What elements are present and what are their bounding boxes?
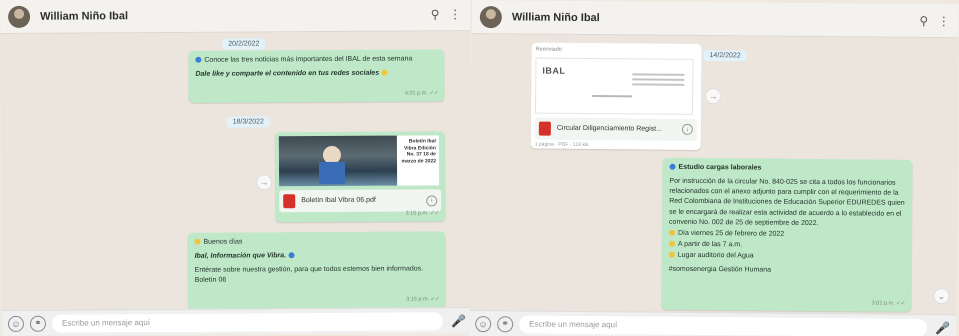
date-separator: 20/2/2022 xyxy=(222,38,266,50)
message-footer: #somosenergia Gestión Humana xyxy=(668,265,772,274)
location-icon xyxy=(668,252,675,259)
message-time: 3:15 p.m. ✓✓ xyxy=(406,296,440,303)
message-list: 14/2/2022 Reenviado IBAL Circular Dilige… xyxy=(469,34,958,314)
letterhead-line xyxy=(592,95,633,98)
message-input[interactable]: Escribe un mensaje aquí xyxy=(51,311,444,333)
chat-header: William Niño Ibal ⚲ ⋮ xyxy=(471,0,959,39)
search-icon[interactable]: ⚲ xyxy=(917,13,931,27)
newsletter-image[interactable]: Boletín Ibal Vibra Edición No. 37 18 de … xyxy=(278,135,441,187)
avatar[interactable] xyxy=(8,5,31,28)
forward-icon[interactable]: → xyxy=(705,88,722,105)
message-text: Por instrucción de la circular No. 840-0… xyxy=(669,177,905,227)
download-icon[interactable]: ↓ xyxy=(426,194,438,206)
forward-icon[interactable]: → xyxy=(256,174,273,191)
list-item: Día viernes 25 de febrero de 2022 xyxy=(668,229,905,241)
message-time: 4:01 p.m. ✓✓ xyxy=(404,90,439,97)
pdf-icon xyxy=(538,121,551,136)
list-item: A partir de las 7 a.m. xyxy=(668,240,905,252)
image-caption: Boletín Ibal Vibra Edición No. 37 18 de … xyxy=(396,135,440,186)
attach-icon[interactable]: ⚭ xyxy=(497,315,514,332)
document-preview[interactable]: IBAL xyxy=(535,57,694,115)
screenshot-page: William Niño Ibal ⚲ ⋮ 20/2/2022 Conoce l… xyxy=(0,0,959,336)
message-time: 3:15 p.m. ✓✓ xyxy=(405,210,440,217)
message-list: 20/2/2022 Conoce las tres noticias más i… xyxy=(0,31,472,310)
droplet-icon xyxy=(195,56,202,63)
document-name: Circular Diligenciamiento Regist... xyxy=(556,124,662,133)
pdf-icon xyxy=(283,194,296,209)
emoji-icon xyxy=(194,238,201,245)
chat-pane-right: William Niño Ibal ⚲ ⋮ 14/2/2022 Reenviad… xyxy=(469,0,959,336)
message-bubble[interactable]: Conoce las tres noticias más importantes… xyxy=(188,49,445,103)
document-attachment[interactable]: Circular Diligenciamiento Regist... ↓ xyxy=(534,117,697,141)
message-bubble[interactable]: Buenos días Ibal, Información que Vibra.… xyxy=(187,231,446,309)
attach-icon[interactable]: ⚭ xyxy=(29,315,47,332)
menu-icon[interactable]: ⋮ xyxy=(937,14,951,28)
message-title: Ibal, Información que Vibra. xyxy=(195,250,439,262)
date-separator: 18/3/2022 xyxy=(226,116,270,128)
message-time: 3:01 p.m. ✓✓ xyxy=(871,300,906,307)
message-title: Estudio cargas laborales xyxy=(669,163,905,175)
compose-bar: ☺ ⚭ Escribe un mensaje aquí 🎤 xyxy=(469,309,957,336)
message-bubble[interactable]: Reenviado IBAL Circular Diligenciamiento… xyxy=(530,42,702,151)
letterhead-lines xyxy=(632,73,685,88)
emoji-icon[interactable]: ☺ xyxy=(7,315,25,332)
date-separator: 14/2/2022 xyxy=(703,50,747,62)
message-bubble[interactable]: Estudio cargas laborales Por instrucción… xyxy=(661,157,913,312)
message-text: Buenos días xyxy=(194,236,438,248)
message-text: Dale like y comparte el contenido en tus… xyxy=(195,68,437,80)
clock-icon xyxy=(668,240,675,247)
emoji-icon xyxy=(288,252,295,259)
chat-header: William Niño Ibal ⚲ ⋮ xyxy=(0,0,471,34)
document-attachment[interactable]: Boletín Ibal Vibra 06.pdf ↓ xyxy=(279,189,442,213)
contact-name[interactable]: William Niño Ibal xyxy=(40,8,422,23)
download-icon[interactable]: ↓ xyxy=(681,124,693,136)
contact-name[interactable]: William Niño Ibal xyxy=(512,11,911,26)
photo-thumbnail xyxy=(278,135,398,187)
compose-bar: ☺ ⚭ Escribe un mensaje aquí 🎤 xyxy=(1,307,473,336)
forwarded-label: Reenviado xyxy=(535,46,562,53)
document-meta: 1 página · PDF · 124 kB xyxy=(534,141,589,148)
search-icon[interactable]: ⚲ xyxy=(428,7,442,21)
avatar[interactable] xyxy=(479,5,502,28)
microphone-icon[interactable]: 🎤 xyxy=(451,314,466,328)
menu-icon[interactable]: ⋮ xyxy=(448,7,462,21)
chat-pane-left: William Niño Ibal ⚲ ⋮ 20/2/2022 Conoce l… xyxy=(0,0,473,336)
message-text: Entérate sobre nuestra gestión, para que… xyxy=(194,265,424,285)
list-item: Lugar auditorio del Agua xyxy=(668,251,905,263)
message-input[interactable]: Escribe un mensaje aquí xyxy=(519,314,928,336)
emoji-icon xyxy=(381,69,388,76)
scroll-down-icon[interactable]: ⌄ xyxy=(933,288,950,305)
emoji-icon[interactable]: ☺ xyxy=(475,315,492,332)
pin-icon xyxy=(669,163,676,170)
document-name: Boletín Ibal Vibra 06.pdf xyxy=(301,196,376,205)
message-text: Conoce las tres noticias más importantes… xyxy=(195,54,437,66)
message-bubble[interactable]: Boletín Ibal Vibra Edición No. 37 18 de … xyxy=(274,131,446,223)
calendar-icon xyxy=(668,229,676,236)
microphone-icon[interactable]: 🎤 xyxy=(935,321,950,335)
